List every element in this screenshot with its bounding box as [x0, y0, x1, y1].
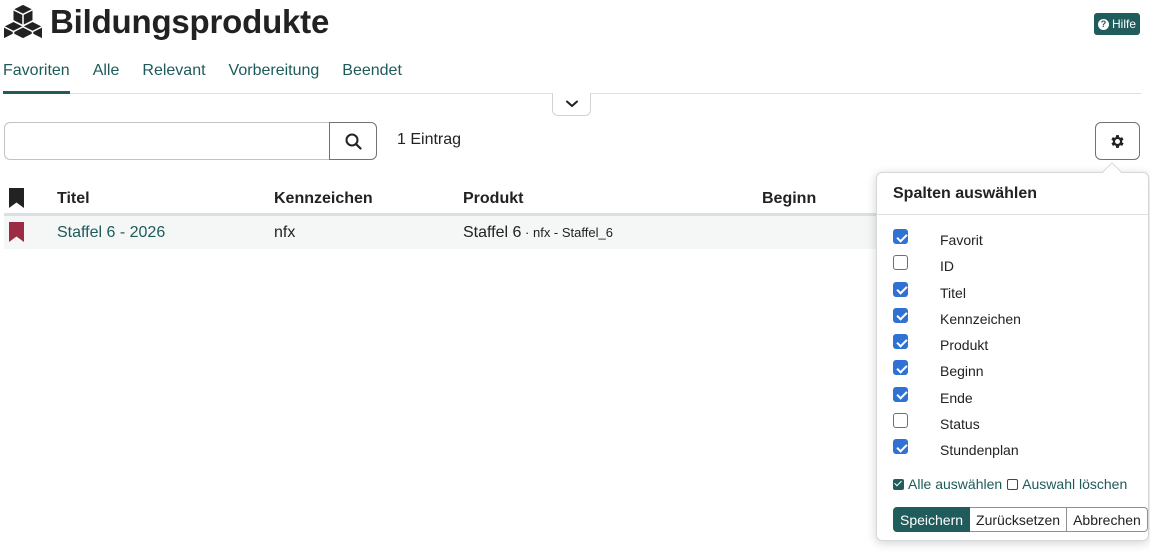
- select-all-label: Alle auswählen: [908, 476, 1003, 492]
- expand-filters-button[interactable]: [552, 93, 591, 116]
- column-option-kennzeichen[interactable]: Kennzeichen: [893, 307, 1133, 334]
- column-option-label: Beginn: [940, 363, 984, 380]
- question-circle-icon: ?: [1097, 18, 1109, 30]
- tab-relevant[interactable]: Relevant: [142, 56, 205, 93]
- column-option-favorit[interactable]: Favorit: [893, 229, 1133, 255]
- column-option-stundenplan[interactable]: Stundenplan: [893, 439, 1133, 465]
- checkbox-id[interactable]: [893, 255, 908, 271]
- search-icon: [345, 133, 362, 150]
- column-header-kennzeichen[interactable]: Kennzeichen: [274, 190, 373, 208]
- row-kennzeichen: nfx: [274, 224, 296, 241]
- page-title: Bildungsprodukte: [50, 3, 330, 40]
- page-header: Bildungsprodukte: [4, 0, 329, 44]
- checked-square-icon: [893, 478, 904, 490]
- cancel-button[interactable]: Abbrechen: [1067, 507, 1148, 532]
- tab-alle[interactable]: Alle: [93, 56, 120, 93]
- checkbox-titel[interactable]: [893, 281, 908, 297]
- column-option-produkt[interactable]: Produkt: [893, 334, 1133, 360]
- empty-square-icon: [1007, 478, 1019, 490]
- row-title-link[interactable]: Staffel 6 - 2026: [57, 224, 165, 242]
- column-option-status[interactable]: Status: [893, 413, 1133, 439]
- column-settings-button[interactable]: [1095, 122, 1140, 160]
- checkbox-beginn[interactable]: [893, 360, 908, 376]
- column-option-label: Stundenplan: [940, 442, 1019, 459]
- column-option-ende[interactable]: Ende: [893, 386, 1133, 413]
- column-option-label: Favorit: [940, 232, 983, 248]
- selection-links: Alle auswählen Auswahl löschen: [893, 476, 1132, 492]
- reset-button[interactable]: Zurücksetzen: [970, 507, 1068, 532]
- save-button[interactable]: Speichern: [893, 507, 971, 532]
- search-input[interactable]: [4, 122, 329, 160]
- row-produkt: Staffel 6 · nfx - Staffel_6: [463, 224, 613, 242]
- tab-favoriten[interactable]: Favoriten: [3, 56, 70, 94]
- column-option-label: Ende: [940, 389, 973, 406]
- column-option-titel[interactable]: Titel: [893, 281, 1133, 308]
- row-produkt-detail: · nfx - Staffel_6: [521, 225, 613, 240]
- column-option-label: Produkt: [940, 337, 989, 354]
- checkbox-favorit[interactable]: [893, 229, 908, 244]
- column-header-produkt[interactable]: Produkt: [463, 190, 523, 208]
- row-produkt-name: Staffel 6: [463, 224, 522, 241]
- tab-beendet[interactable]: Beendet: [342, 56, 402, 93]
- tab-bar: Favoriten Alle Relevant Vorbereitung Bee…: [3, 56, 1141, 94]
- help-button[interactable]: ? Hilfe: [1094, 13, 1140, 35]
- checkbox-stundenplan[interactable]: [893, 439, 908, 455]
- select-all-link[interactable]: Alle auswählen: [893, 476, 1002, 492]
- gear-icon: [1111, 134, 1124, 148]
- search-button[interactable]: [329, 122, 377, 160]
- cubes-icon: [4, 4, 42, 39]
- column-option-label: ID: [940, 258, 954, 275]
- table-row: Staffel 6 - 2026 nfx Staffel 6 · nfx - S…: [4, 216, 884, 249]
- bookmark-icon[interactable]: [9, 222, 24, 242]
- checkbox-kennzeichen[interactable]: [893, 307, 908, 323]
- checkbox-ende[interactable]: [893, 386, 908, 402]
- table-header: Titel Kennzeichen Produkt Beginn: [4, 182, 884, 216]
- clear-selection-link[interactable]: Auswahl löschen: [1007, 476, 1127, 492]
- bookmark-icon[interactable]: [9, 188, 24, 208]
- popover-actions: Speichern Zurücksetzen Abbrechen: [893, 507, 1148, 532]
- popover-title: Spalten auswählen: [877, 173, 1148, 215]
- clear-selection-label: Auswahl löschen: [1022, 476, 1128, 492]
- products-table: Titel Kennzeichen Produkt Beginn Staffel…: [4, 182, 884, 249]
- column-list: Favorit ID Titel Kennzeichen Produkt Beg…: [893, 229, 1133, 466]
- tab-vorbereitung[interactable]: Vorbereitung: [229, 56, 320, 93]
- checkbox-produkt[interactable]: [893, 334, 908, 350]
- chevron-down-icon: [565, 100, 578, 107]
- column-option-label: Kennzeichen: [940, 310, 1021, 327]
- checkbox-status[interactable]: [893, 413, 908, 429]
- help-label: Hilfe: [1111, 17, 1136, 31]
- column-option-id[interactable]: ID: [893, 255, 1133, 281]
- column-header-titel[interactable]: Titel: [57, 190, 90, 208]
- column-header-beginn[interactable]: Beginn: [762, 190, 816, 208]
- column-option-label: Status: [940, 416, 980, 433]
- search-bar: [4, 122, 377, 160]
- column-chooser-popover: Spalten auswählen Favorit ID Titel Kennz…: [876, 162, 1149, 541]
- column-option-beginn[interactable]: Beginn: [893, 360, 1133, 386]
- result-count: 1 Eintrag: [397, 131, 462, 148]
- column-option-label: Titel: [940, 284, 966, 301]
